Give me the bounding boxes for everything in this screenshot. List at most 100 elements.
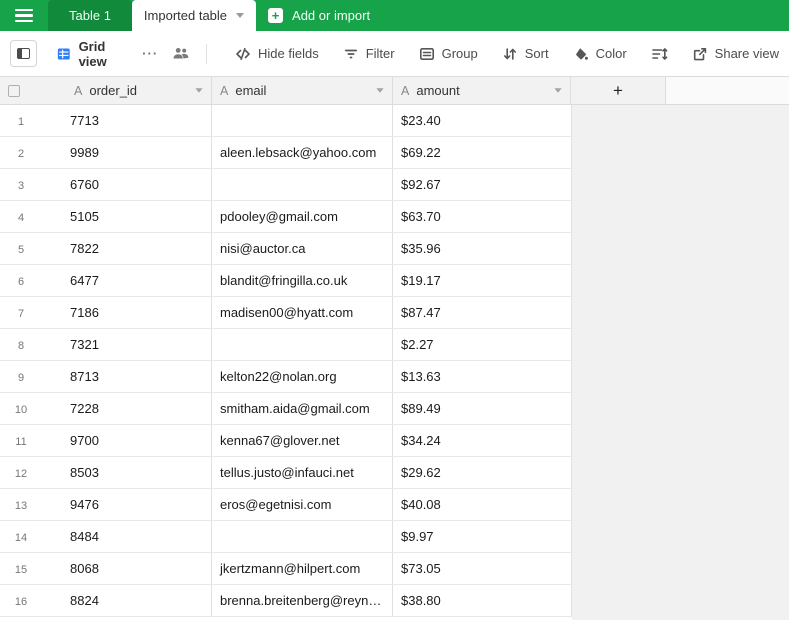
share-view-button[interactable]: Share view (682, 40, 789, 68)
sort-button[interactable]: Sort (492, 40, 559, 68)
cell-order_id[interactable]: 9476 (66, 489, 212, 520)
cell-amount[interactable]: $23.40 (393, 105, 572, 136)
cell-amount[interactable]: $92.67 (393, 169, 572, 200)
cell-amount[interactable]: $87.47 (393, 297, 572, 328)
row-height-button[interactable] (641, 40, 678, 68)
grid-view-icon (57, 46, 71, 62)
cell-order_id[interactable]: 6760 (66, 169, 212, 200)
row-number: 11 (0, 427, 42, 456)
cell-amount[interactable]: $34.24 (393, 425, 572, 456)
chevron-down-icon[interactable] (376, 88, 383, 93)
cell-amount[interactable]: $63.70 (393, 201, 572, 232)
cell-email[interactable]: aleen.lebsack@yahoo.com (212, 137, 393, 168)
cell-amount[interactable]: $73.05 (393, 553, 572, 584)
cell-order_id[interactable]: 8484 (66, 521, 212, 552)
hide-fields-label: Hide fields (258, 46, 319, 61)
table-row: 45105pdooley@gmail.com$63.70 (0, 201, 572, 233)
cell-order_id[interactable]: 8068 (66, 553, 212, 584)
column-name: order_id (89, 83, 189, 98)
add-field-button[interactable]: + (571, 77, 666, 104)
toolbar-divider (206, 44, 207, 64)
column-header-amount[interactable]: A amount (393, 77, 571, 104)
cell-order_id[interactable]: 8713 (66, 361, 212, 392)
add-or-import-button[interactable]: + Add or import (268, 0, 370, 31)
table-row: 158068jkertzmann@hilpert.com$73.05 (0, 553, 572, 585)
cell-order_id[interactable]: 7713 (66, 105, 212, 136)
row-number: 9 (0, 363, 42, 392)
cell-email[interactable]: madisen00@hyatt.com (212, 297, 393, 328)
cell-email[interactable] (212, 521, 393, 552)
cell-amount[interactable]: $2.27 (393, 329, 572, 360)
chevron-down-icon[interactable] (195, 88, 202, 93)
tab-imported-table[interactable]: Imported table (132, 0, 256, 31)
cell-order_id[interactable]: 8503 (66, 457, 212, 488)
column-name: email (235, 83, 370, 98)
tab-table-1[interactable]: Table 1 (48, 0, 132, 31)
hide-fields-button[interactable]: Hide fields (225, 40, 329, 68)
cell-amount[interactable]: $69.22 (393, 137, 572, 168)
cell-amount[interactable]: $9.97 (393, 521, 572, 552)
cell-order_id[interactable]: 9989 (66, 137, 212, 168)
add-or-import-label: Add or import (292, 8, 370, 23)
cell-email[interactable]: kelton22@nolan.org (212, 361, 393, 392)
table-row: 128503tellus.justo@infauci.net$29.62 (0, 457, 572, 489)
cell-order_id[interactable]: 7228 (66, 393, 212, 424)
cell-amount[interactable]: $29.62 (393, 457, 572, 488)
hamburger-menu-button[interactable] (0, 0, 48, 31)
filter-label: Filter (366, 46, 395, 61)
cell-order_id[interactable]: 6477 (66, 265, 212, 296)
cell-email[interactable]: smitham.aida@gmail.com (212, 393, 393, 424)
cell-email[interactable]: kenna67@glover.net (212, 425, 393, 456)
chevron-down-icon[interactable] (236, 13, 244, 18)
grid-view-button[interactable]: Grid view (57, 39, 128, 69)
cell-amount[interactable]: $13.63 (393, 361, 572, 392)
cell-email[interactable]: tellus.justo@infauci.net (212, 457, 393, 488)
sort-icon (502, 46, 518, 62)
row-number-cell: 9 (0, 361, 66, 392)
column-header-email[interactable]: A email (212, 77, 393, 104)
collaborators-icon[interactable] (172, 46, 190, 61)
table-row: 168824brenna.breitenberg@reynol…$38.80 (0, 585, 572, 617)
table-row: 29989aleen.lebsack@yahoo.com$69.22 (0, 137, 572, 169)
row-number-cell: 2 (0, 137, 66, 168)
cell-amount[interactable]: $38.80 (393, 585, 572, 616)
cell-order_id[interactable]: 5105 (66, 201, 212, 232)
cell-order_id[interactable]: 7321 (66, 329, 212, 360)
cell-email[interactable] (212, 169, 393, 200)
row-number: 13 (0, 491, 42, 520)
filter-button[interactable]: Filter (333, 40, 405, 68)
hamburger-icon (15, 9, 33, 23)
cell-order_id[interactable]: 9700 (66, 425, 212, 456)
cell-amount[interactable]: $40.08 (393, 489, 572, 520)
header-filler (666, 77, 789, 104)
cell-email[interactable]: nisi@auctor.ca (212, 233, 393, 264)
cell-email[interactable] (212, 329, 393, 360)
text-field-type-icon: A (74, 84, 82, 98)
chevron-down-icon[interactable] (554, 88, 561, 93)
cell-email[interactable] (212, 105, 393, 136)
sort-label: Sort (525, 46, 549, 61)
cell-amount[interactable]: $19.17 (393, 265, 572, 296)
cell-order_id[interactable]: 7186 (66, 297, 212, 328)
cell-amount[interactable]: $89.49 (393, 393, 572, 424)
row-number-cell: 13 (0, 489, 66, 520)
cell-order_id[interactable]: 8824 (66, 585, 212, 616)
cell-email[interactable]: brenna.breitenberg@reynol… (212, 585, 393, 616)
row-number: 7 (0, 299, 42, 328)
select-all-checkbox[interactable] (8, 85, 20, 97)
cell-email[interactable]: pdooley@gmail.com (212, 201, 393, 232)
cell-email[interactable]: jkertzmann@hilpert.com (212, 553, 393, 584)
cell-order_id[interactable]: 7822 (66, 233, 212, 264)
cell-email[interactable]: blandit@fringilla.co.uk (212, 265, 393, 296)
color-label: Color (596, 46, 627, 61)
group-button[interactable]: Group (409, 40, 488, 68)
cell-amount[interactable]: $35.96 (393, 233, 572, 264)
color-button[interactable]: Color (563, 40, 637, 68)
row-number-cell: 14 (0, 521, 66, 552)
view-options-menu-button[interactable]: ··· (142, 46, 158, 61)
cell-email[interactable]: eros@egetnisi.com (212, 489, 393, 520)
view-sidebar-toggle-button[interactable] (10, 40, 37, 67)
tab-label: Table 1 (69, 8, 111, 23)
column-header-order-id[interactable]: A order_id (66, 77, 212, 104)
color-icon (573, 46, 589, 62)
